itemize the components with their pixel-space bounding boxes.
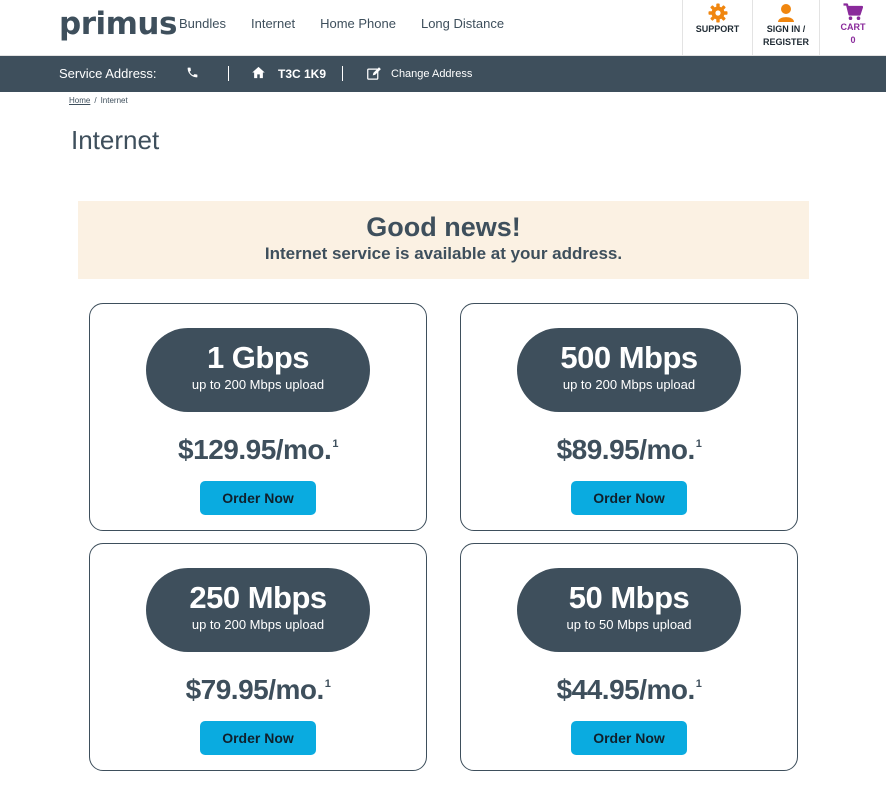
order-now-button[interactable]: Order Now xyxy=(571,481,687,515)
support-label: SUPPORT xyxy=(695,24,740,34)
change-address-link[interactable]: Change Address xyxy=(391,68,472,80)
order-now-button[interactable]: Order Now xyxy=(200,721,316,755)
cart-link[interactable]: CART 0 xyxy=(819,0,886,56)
gear-icon xyxy=(708,3,727,23)
plan-card: 250 Mbps up to 200 Mbps upload $79.95/mo… xyxy=(89,543,427,771)
cart-count: 0 xyxy=(850,35,856,45)
plan-card: 500 Mbps up to 200 Mbps upload $89.95/mo… xyxy=(460,303,798,531)
plan-price: $44.95/mo.1 xyxy=(556,674,702,705)
breadcrumb-home[interactable]: Home xyxy=(69,96,90,105)
order-now-button[interactable]: Order Now xyxy=(200,481,316,515)
footnote-marker[interactable]: 1 xyxy=(325,678,331,690)
service-address-label: Service Address: xyxy=(59,66,157,81)
primus-logo[interactable]: primus xyxy=(59,6,177,42)
plan-upload: up to 200 Mbps upload xyxy=(562,377,696,392)
plan-price: $79.95/mo.1 xyxy=(185,674,331,705)
breadcrumb-separator: / xyxy=(94,96,97,105)
plan-speed: 250 Mbps xyxy=(189,580,327,615)
plan-speed: 1 Gbps xyxy=(206,340,310,375)
service-address-bar: Service Address: T3C 1K9 Change Address xyxy=(0,56,886,92)
nav-long-distance[interactable]: Long Distance xyxy=(421,16,504,31)
breadcrumb-current: Internet xyxy=(100,96,128,105)
plan-upload: up to 200 Mbps upload xyxy=(191,377,325,392)
banner-heading: Good news! xyxy=(366,212,521,242)
user-icon xyxy=(778,4,794,22)
speed-badge: 250 Mbps up to 200 Mbps upload xyxy=(146,568,370,652)
nav-bundles[interactable]: Bundles xyxy=(179,16,226,31)
banner-subheading: Internet service is available at your ad… xyxy=(264,244,623,263)
plan-price: $89.95/mo.1 xyxy=(556,434,702,465)
plan-card: 50 Mbps up to 50 Mbps upload $44.95/mo.1… xyxy=(460,543,798,771)
divider xyxy=(342,66,343,81)
plan-speed: 50 Mbps xyxy=(568,580,690,615)
postal-code: T3C 1K9 xyxy=(278,67,327,81)
order-now-button[interactable]: Order Now xyxy=(571,721,687,755)
phone-icon[interactable] xyxy=(186,66,199,79)
main-nav: Bundles Internet Home Phone Long Distanc… xyxy=(179,16,529,31)
footnote-marker[interactable]: 1 xyxy=(696,438,702,450)
plan-speed: 500 Mbps xyxy=(560,340,698,375)
availability-banner: Good news! Internet service is available… xyxy=(78,201,809,279)
sign-in-link[interactable]: SIGN IN / REGISTER xyxy=(752,0,819,56)
nav-home-phone[interactable]: Home Phone xyxy=(320,16,396,31)
plan-upload: up to 200 Mbps upload xyxy=(191,617,325,632)
footnote-marker[interactable]: 1 xyxy=(696,678,702,690)
cart-icon xyxy=(843,3,863,20)
divider xyxy=(228,66,229,81)
cart-label: CART xyxy=(840,22,866,32)
speed-badge: 1 Gbps up to 200 Mbps upload xyxy=(146,328,370,412)
plan-price: $129.95/mo.1 xyxy=(178,434,338,465)
plan-upload: up to 50 Mbps upload xyxy=(566,617,692,632)
page-title: Internet xyxy=(71,125,160,155)
plan-card: 1 Gbps up to 200 Mbps upload $129.95/mo.… xyxy=(89,303,427,531)
edit-icon[interactable] xyxy=(366,66,382,81)
support-link[interactable]: SUPPORT xyxy=(682,0,752,56)
speed-badge: 500 Mbps up to 200 Mbps upload xyxy=(517,328,741,412)
nav-internet[interactable]: Internet xyxy=(251,16,295,31)
breadcrumb: Home / Internet xyxy=(69,96,128,105)
sign-in-label: SIGN IN / REGISTER xyxy=(762,24,809,47)
site-header: primus Bundles Internet Home Phone Long … xyxy=(0,0,886,56)
speed-badge: 50 Mbps up to 50 Mbps upload xyxy=(517,568,741,652)
footnote-marker[interactable]: 1 xyxy=(332,438,338,450)
home-icon xyxy=(252,66,265,79)
